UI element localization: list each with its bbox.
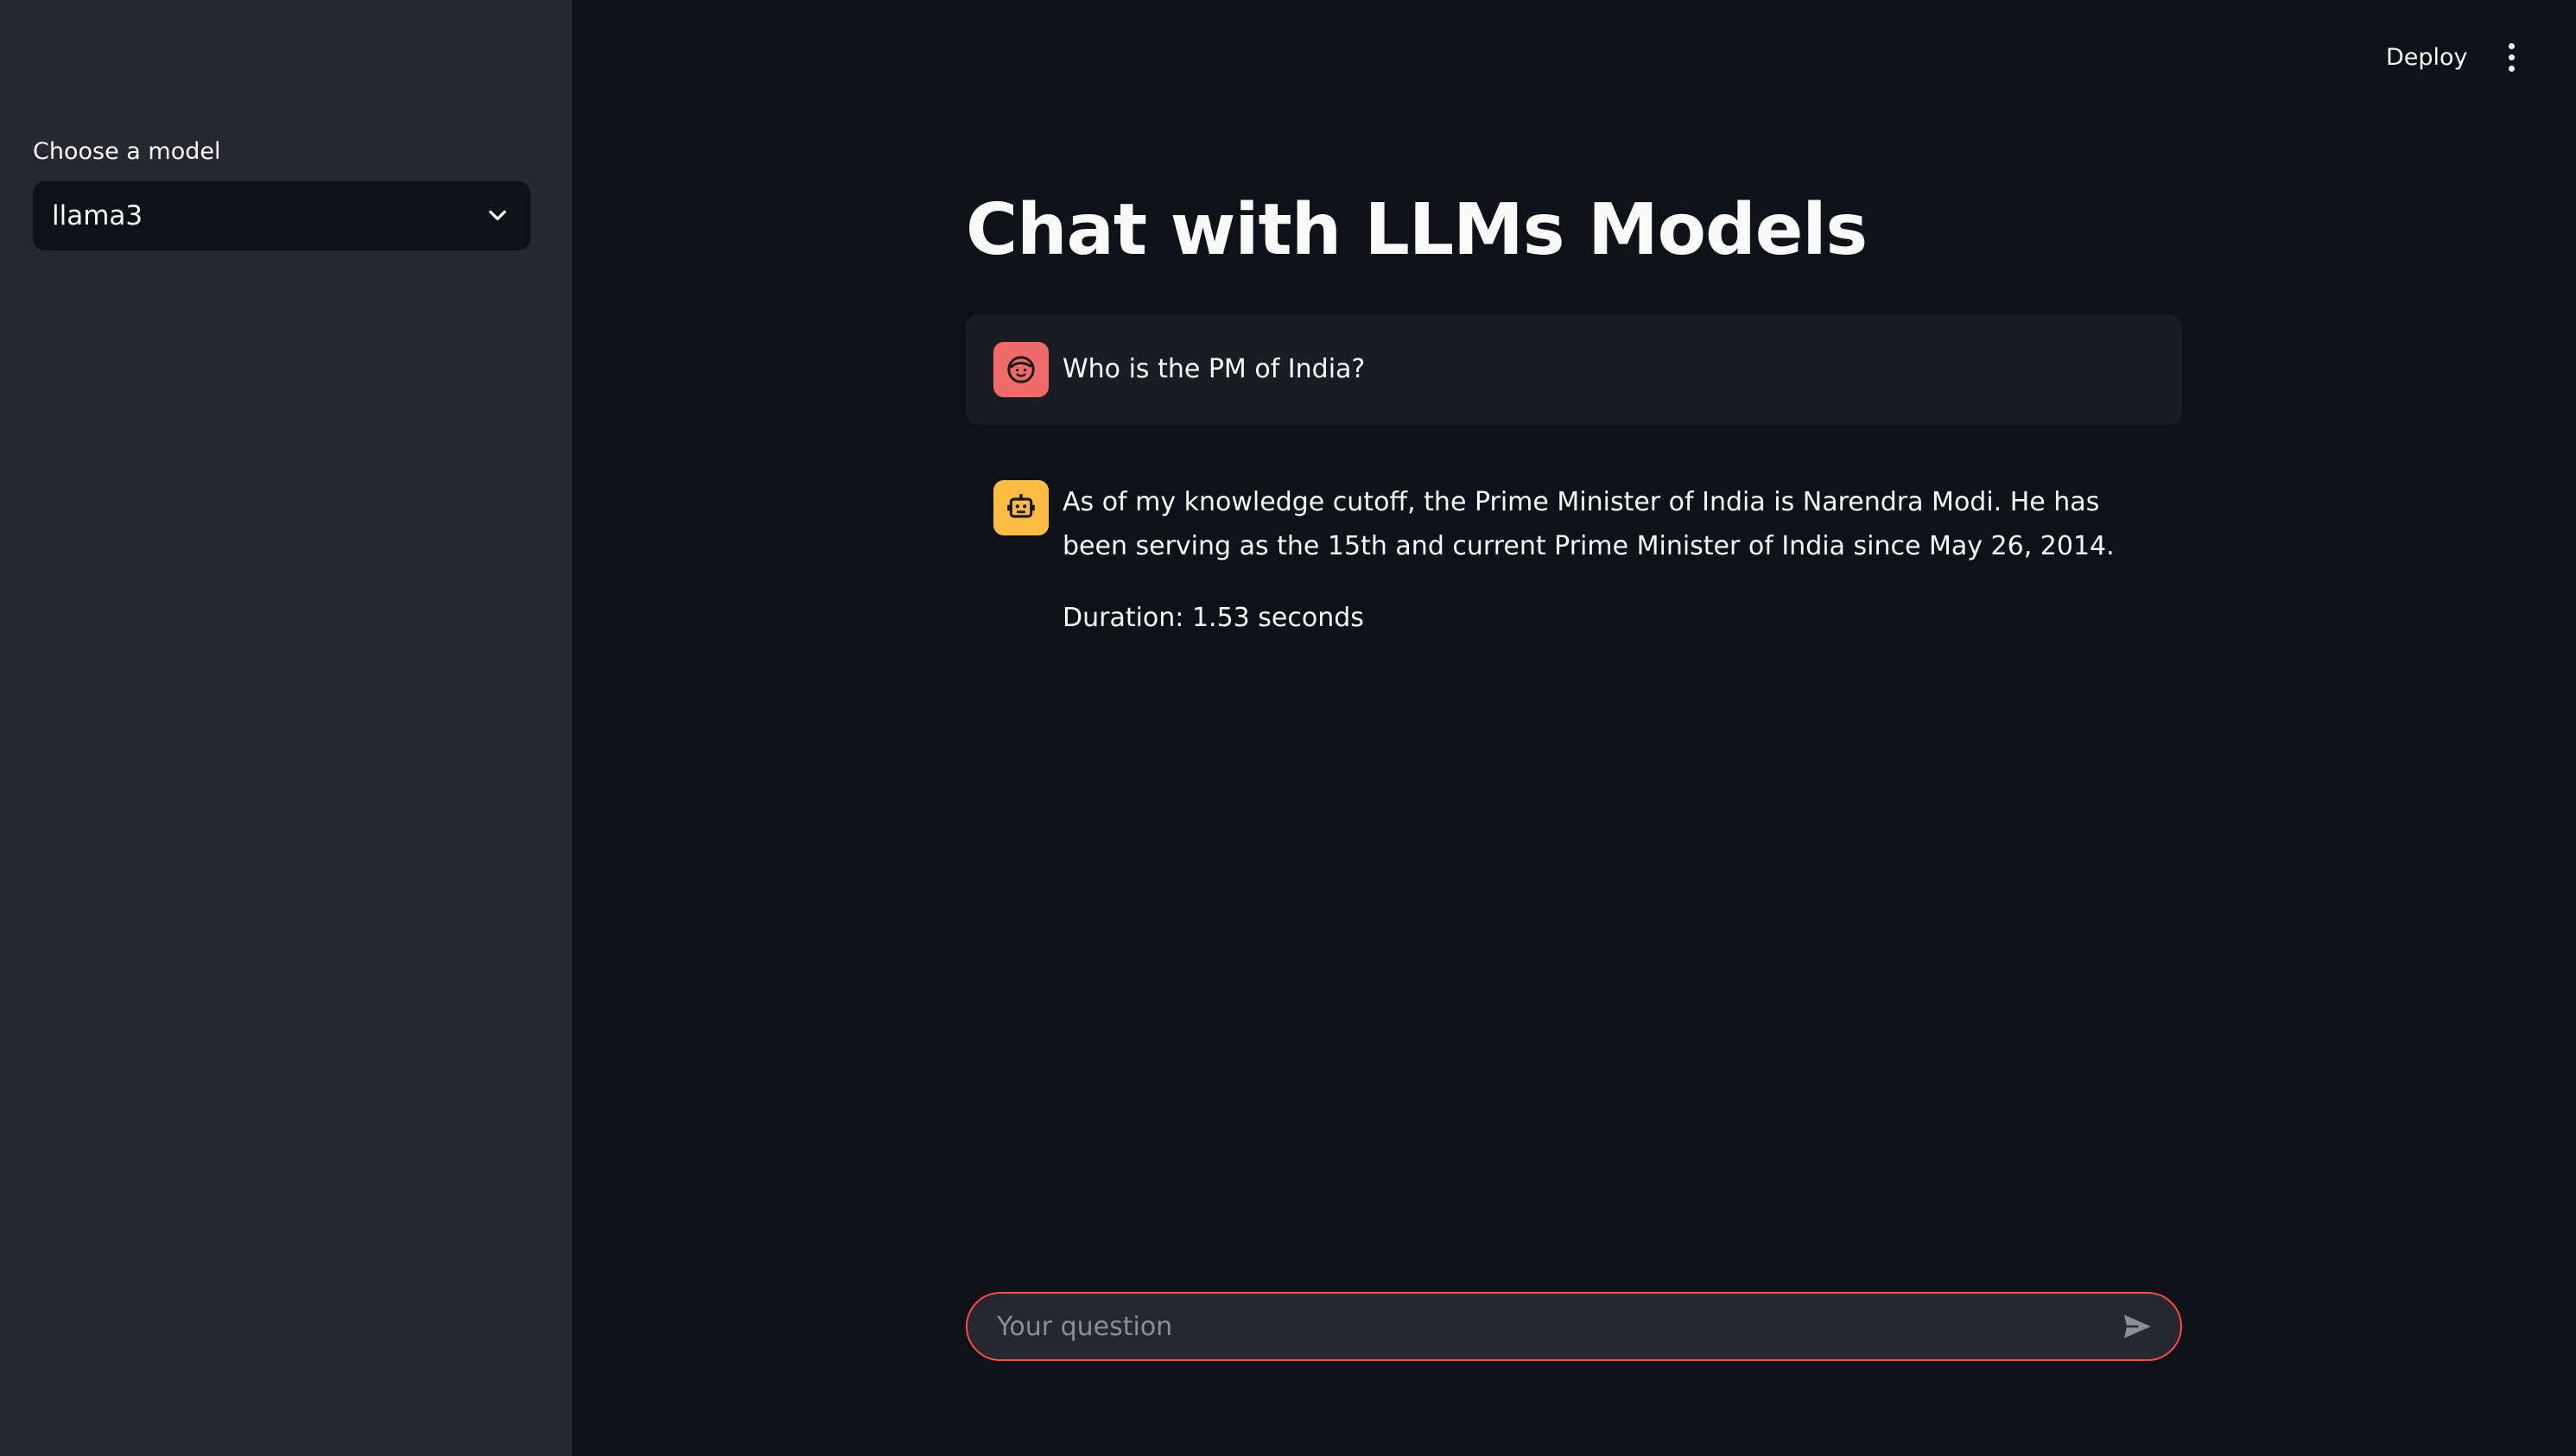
page-title: Chat with LLMs Models: [966, 189, 1868, 271]
chat-input-container: [966, 1292, 2182, 1361]
sidebar: Choose a model llama3: [0, 0, 572, 1456]
chevron-down-icon: [489, 210, 506, 221]
app: Choose a model llama3 Deploy Chat with L…: [0, 0, 2576, 1456]
response-duration: Duration: 1.53 seconds: [1063, 603, 1364, 633]
deploy-button[interactable]: Deploy: [2377, 38, 2477, 76]
user-message-text: Who is the PM of India?: [1063, 354, 1366, 384]
model-select[interactable]: llama3: [33, 181, 530, 250]
assistant-message-text: As of my knowledge cutoff, the Prime Min…: [1063, 487, 2115, 561]
chat-message-user: Who is the PM of India?: [966, 314, 2182, 425]
send-icon: [2123, 1314, 2151, 1339]
main-menu-button[interactable]: [2498, 38, 2524, 76]
send-button[interactable]: [2118, 1307, 2156, 1345]
user-face-icon: [993, 342, 1049, 397]
chat-input[interactable]: [995, 1310, 2118, 1343]
model-select-label: Choose a model: [33, 138, 221, 165]
vertical-ellipsis-icon: [2508, 42, 2515, 49]
model-select-value: llama3: [52, 200, 143, 231]
robot-icon: [993, 480, 1049, 535]
